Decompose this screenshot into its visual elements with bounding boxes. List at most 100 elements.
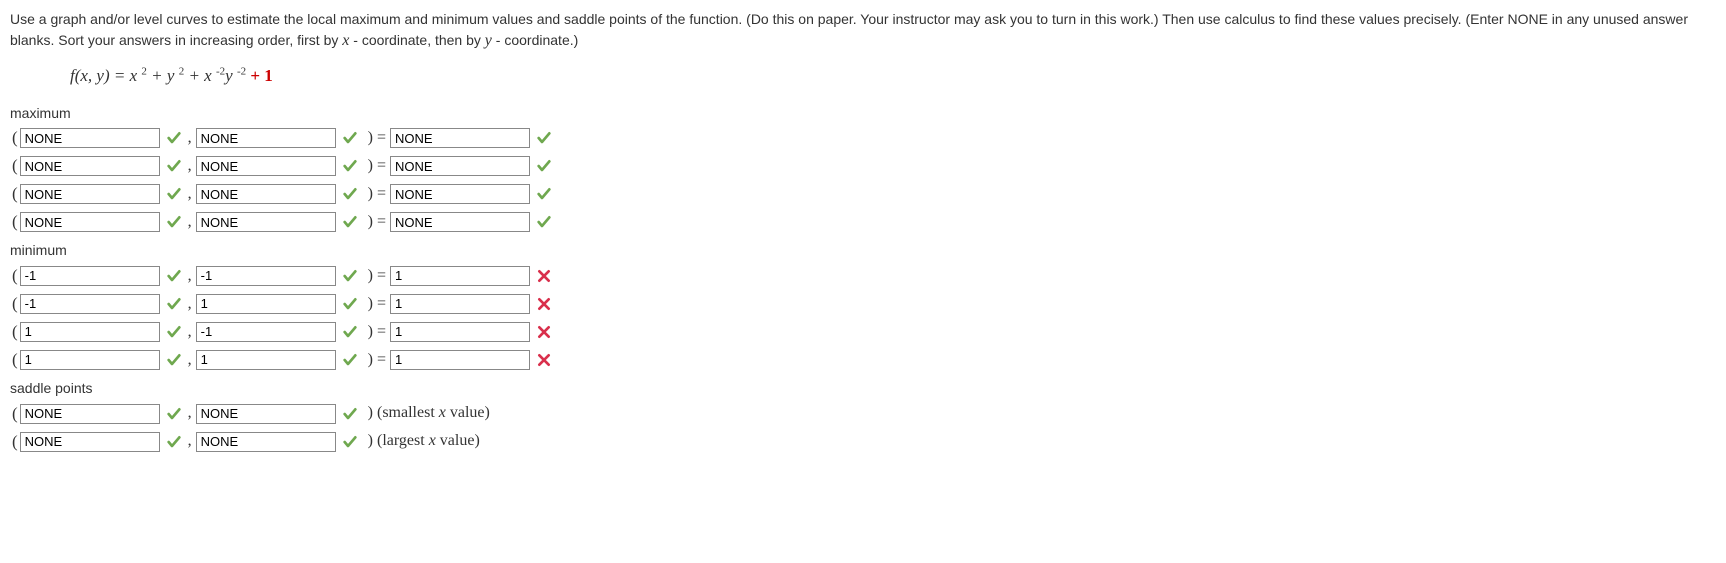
maximum-value-input[interactable]: [390, 156, 530, 176]
question-part3: - coordinate.): [492, 32, 578, 48]
minimum-x-input[interactable]: [20, 322, 160, 342]
minimum-x-input[interactable]: [20, 266, 160, 286]
formula-mid2: + x: [184, 66, 212, 85]
check-icon: [340, 352, 360, 368]
question-text: Use a graph and/or level curves to estim…: [10, 10, 1716, 52]
maximum-y-input[interactable]: [196, 128, 336, 148]
maximum-y-input[interactable]: [196, 156, 336, 176]
check-icon: [534, 130, 554, 146]
maximum-y-input[interactable]: [196, 212, 336, 232]
cross-icon: [534, 296, 554, 312]
close-paren-eq: ) =: [364, 321, 390, 343]
minimum-row: (, ) =: [10, 291, 1716, 317]
open-paren: (: [10, 264, 20, 288]
minimum-y-input[interactable]: [196, 322, 336, 342]
minimum-row: (, ) =: [10, 263, 1716, 289]
open-paren: (: [10, 292, 20, 316]
check-icon: [340, 268, 360, 284]
minimum-label: minimum: [10, 241, 1716, 261]
check-icon: [164, 352, 184, 368]
formula-plus1: + 1: [246, 66, 273, 85]
minimum-y-input[interactable]: [196, 350, 336, 370]
minimum-row: (, ) =: [10, 347, 1716, 373]
formula-sup3: -2: [216, 65, 225, 77]
check-icon: [164, 214, 184, 230]
close-paren-eq: ) =: [364, 349, 390, 371]
minimum-x-input[interactable]: [20, 294, 160, 314]
maximum-x-input[interactable]: [20, 128, 160, 148]
saddle-after: (largest x value): [373, 430, 480, 452]
minimum-value-input[interactable]: [390, 266, 530, 286]
saddle-row: (,) (largest x value): [10, 429, 1716, 455]
close-paren: ): [364, 430, 373, 452]
comma: ,: [188, 321, 196, 343]
close-paren-eq: ) =: [364, 265, 390, 287]
check-icon: [534, 158, 554, 174]
check-icon: [340, 324, 360, 340]
formula-mid1: + y: [147, 66, 175, 85]
maximum-value-input[interactable]: [390, 212, 530, 232]
formula-mid3: y: [225, 66, 233, 85]
comma: ,: [188, 349, 196, 371]
comma: ,: [188, 211, 196, 233]
open-paren: (: [10, 154, 20, 178]
saddle-after: (smallest x value): [373, 402, 490, 424]
close-paren-eq: ) =: [364, 293, 390, 315]
close-paren: ): [364, 402, 373, 424]
check-icon: [340, 214, 360, 230]
comma: ,: [188, 265, 196, 287]
maximum-x-input[interactable]: [20, 184, 160, 204]
check-icon: [164, 130, 184, 146]
saddle-x-input[interactable]: [20, 432, 160, 452]
minimum-y-input[interactable]: [196, 294, 336, 314]
comma: ,: [188, 293, 196, 315]
minimum-y-input[interactable]: [196, 266, 336, 286]
saddle-row: (,) (smallest x value): [10, 401, 1716, 427]
comma: ,: [188, 155, 196, 177]
maximum-row: (, ) =: [10, 181, 1716, 207]
check-icon: [340, 406, 360, 422]
check-icon: [534, 186, 554, 202]
check-icon: [164, 158, 184, 174]
comma: ,: [188, 127, 196, 149]
question-y: y: [485, 32, 492, 49]
close-paren-eq: ) =: [364, 127, 390, 149]
comma: ,: [188, 183, 196, 205]
maximum-value-input[interactable]: [390, 184, 530, 204]
formula: f(x, y) = x 2 + y 2 + x -2y -2 + 1: [70, 64, 1716, 88]
open-paren: (: [10, 126, 20, 150]
check-icon: [164, 186, 184, 202]
minimum-row: (, ) =: [10, 319, 1716, 345]
formula-prefix: f(x, y) = x: [70, 66, 137, 85]
check-icon: [340, 130, 360, 146]
check-icon: [340, 158, 360, 174]
maximum-x-input[interactable]: [20, 156, 160, 176]
open-paren: (: [10, 320, 20, 344]
question-part1: Use a graph and/or level curves to estim…: [10, 11, 1688, 48]
open-paren: (: [10, 430, 20, 454]
comma: ,: [188, 430, 196, 452]
check-icon: [340, 186, 360, 202]
minimum-x-input[interactable]: [20, 350, 160, 370]
cross-icon: [534, 324, 554, 340]
saddle-x-input[interactable]: [20, 404, 160, 424]
maximum-y-input[interactable]: [196, 184, 336, 204]
open-paren: (: [10, 348, 20, 372]
comma: ,: [188, 402, 196, 424]
check-icon: [164, 268, 184, 284]
minimum-value-input[interactable]: [390, 294, 530, 314]
saddle-y-input[interactable]: [196, 404, 336, 424]
close-paren-eq: ) =: [364, 155, 390, 177]
cross-icon: [534, 352, 554, 368]
close-paren-eq: ) =: [364, 183, 390, 205]
open-paren: (: [10, 182, 20, 206]
check-icon: [340, 296, 360, 312]
check-icon: [164, 324, 184, 340]
maximum-value-input[interactable]: [390, 128, 530, 148]
question-part2: - coordinate, then by: [349, 32, 484, 48]
maximum-x-input[interactable]: [20, 212, 160, 232]
minimum-value-input[interactable]: [390, 322, 530, 342]
formula-sup4: -2: [237, 65, 246, 77]
saddle-y-input[interactable]: [196, 432, 336, 452]
minimum-value-input[interactable]: [390, 350, 530, 370]
